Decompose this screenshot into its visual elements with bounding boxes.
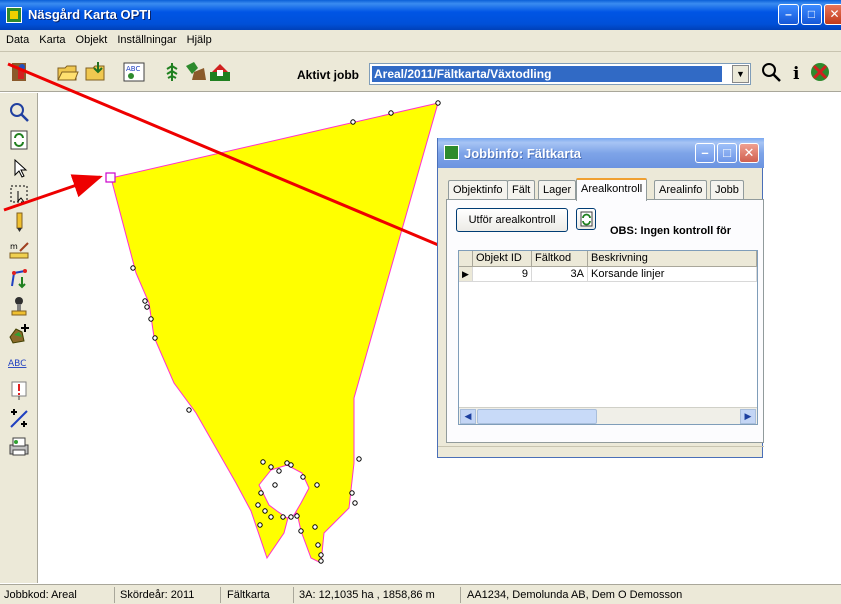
row-selector-icon[interactable]: ▶ [459, 267, 473, 282]
search-icon[interactable] [759, 60, 783, 84]
tab-arealinfo[interactable]: Arealinfo [654, 180, 708, 200]
field-shapes-icon[interactable] [184, 60, 208, 84]
status-divider [460, 587, 461, 603]
tab-lager[interactable]: Lager [538, 180, 577, 200]
marker-icon[interactable] [8, 379, 30, 401]
add-field-icon[interactable] [8, 323, 30, 345]
notice-text: OBS: Ingen kontroll för [610, 225, 731, 237]
toolbar: ABC Aktivt jobb Areal/2011/Fältkarta/Väx… [0, 52, 841, 92]
window-title: Näsgård Karta OPTI [28, 7, 151, 22]
menu-data[interactable]: Data [0, 30, 33, 46]
exit-icon[interactable] [8, 60, 32, 84]
refresh-button[interactable] [576, 208, 596, 230]
tab-objektinfo[interactable]: Objektinfo [448, 180, 508, 200]
menu-bar: Data Karta Objekt Inställningar Hjälp [0, 30, 841, 52]
pointer-icon[interactable] [8, 157, 30, 179]
svg-text:m: m [10, 242, 18, 251]
area-check-grid[interactable]: Objekt ID Fältkod Beskrivning ▶ 9 3A Kor… [458, 250, 758, 425]
menu-installningar[interactable]: Inställningar [111, 30, 180, 46]
menu-karta[interactable]: Karta [33, 30, 69, 46]
selected-vertex-marker[interactable] [105, 172, 116, 183]
left-toolbar: m ABC [0, 93, 38, 583]
active-job-label: Aktivt jobb [297, 68, 359, 82]
active-job-dropdown[interactable]: Areal/2011/Fältkarta/Växtodling ▼ [369, 63, 751, 85]
farm-icon[interactable] [208, 60, 232, 84]
minimize-button[interactable]: – [778, 4, 799, 25]
cell-faltkod[interactable]: 3A [532, 267, 588, 282]
measure-icon[interactable]: m [8, 239, 30, 261]
svg-text:i: i [793, 64, 800, 84]
menu-hjalp[interactable]: Hjälp [181, 30, 216, 46]
grid-corner [459, 251, 473, 267]
svg-text:ABC: ABC [126, 65, 140, 73]
maximize-button[interactable]: □ [801, 4, 822, 25]
sample-point-icon[interactable] [8, 295, 30, 317]
dialog-title: Jobbinfo: Fältkarta [464, 146, 582, 161]
chevron-down-icon[interactable]: ▼ [732, 65, 749, 83]
label-text-icon[interactable]: ABC [8, 351, 30, 373]
status-area: 3A: 12,1035 ha , 1858,86 m [299, 589, 435, 601]
svg-text:ABC: ABC [8, 359, 26, 369]
tab-falt[interactable]: Fält [507, 180, 536, 200]
dialog-title-bar[interactable]: Jobbinfo: Fältkarta – □ ✕ [438, 138, 764, 168]
cell-objekt-id[interactable]: 9 [473, 267, 532, 282]
split-line-icon[interactable] [8, 407, 30, 429]
edit-line-icon[interactable] [8, 267, 30, 289]
print-icon[interactable] [8, 435, 30, 457]
column-header-faltkod[interactable]: Fältkod [532, 251, 588, 267]
zoom-icon[interactable] [8, 101, 30, 123]
scroll-left-icon[interactable]: ◀ [460, 409, 476, 424]
status-bar: Jobbkod: Areal Skördeår: 2011 Fältkarta … [0, 584, 841, 604]
column-header-beskrivning[interactable]: Beskrivning [588, 251, 757, 267]
pencil-icon[interactable] [8, 211, 30, 233]
save-folder-icon[interactable] [84, 60, 108, 84]
dialog-app-icon [444, 145, 459, 160]
status-jobbkod: Jobbkod: Areal [4, 589, 77, 601]
title-bar[interactable]: Näsgård Karta OPTI – □ ✕ [0, 0, 841, 30]
refresh-map-icon[interactable] [8, 129, 30, 151]
tab-jobb[interactable]: Jobb [710, 180, 744, 200]
menu-objekt[interactable]: Objekt [70, 30, 112, 46]
select-area-icon[interactable] [8, 183, 30, 205]
tab-arealkontroll[interactable]: Arealkontroll [576, 178, 648, 201]
open-folder-icon[interactable] [56, 60, 80, 84]
text-label-icon[interactable]: ABC [122, 60, 146, 84]
status-divider [114, 587, 115, 603]
scroll-thumb[interactable] [477, 409, 597, 424]
status-divider [293, 587, 294, 603]
dialog-minimize-button[interactable]: – [695, 143, 715, 163]
status-skordear: Skördeår: 2011 [120, 589, 195, 601]
scroll-right-icon[interactable]: ▶ [740, 409, 756, 424]
dialog-maximize-button[interactable]: □ [717, 143, 737, 163]
active-job-value: Areal/2011/Fältkarta/Växtodling [372, 66, 722, 82]
column-header-objekt-id[interactable]: Objekt ID [473, 251, 532, 267]
status-karta: Fältkarta [227, 589, 270, 601]
info-icon[interactable]: i [785, 60, 809, 84]
status-divider [220, 587, 221, 603]
cell-beskrivning[interactable]: Korsande linjer [588, 267, 757, 282]
arealkontroll-panel: Utför arealkontroll OBS: Ingen kontroll … [446, 199, 764, 443]
run-area-check-button[interactable]: Utför arealkontroll [456, 208, 568, 232]
close-button[interactable]: ✕ [824, 4, 841, 25]
jobbinfo-dialog: Jobbinfo: Fältkarta – □ ✕ Objektinfo Fäl… [437, 138, 764, 458]
app-icon [6, 7, 22, 23]
dialog-tabs: Objektinfo Fält Lager Arealkontroll Area… [448, 178, 764, 201]
status-owner: AA1234, Demolunda AB, Dem O Demosson [467, 589, 683, 601]
dialog-footer [438, 446, 764, 458]
stop-icon[interactable] [808, 60, 832, 84]
horizontal-scrollbar[interactable]: ◀ ▶ [459, 407, 757, 424]
crop-icon[interactable] [160, 60, 184, 84]
dialog-close-button[interactable]: ✕ [739, 143, 759, 163]
